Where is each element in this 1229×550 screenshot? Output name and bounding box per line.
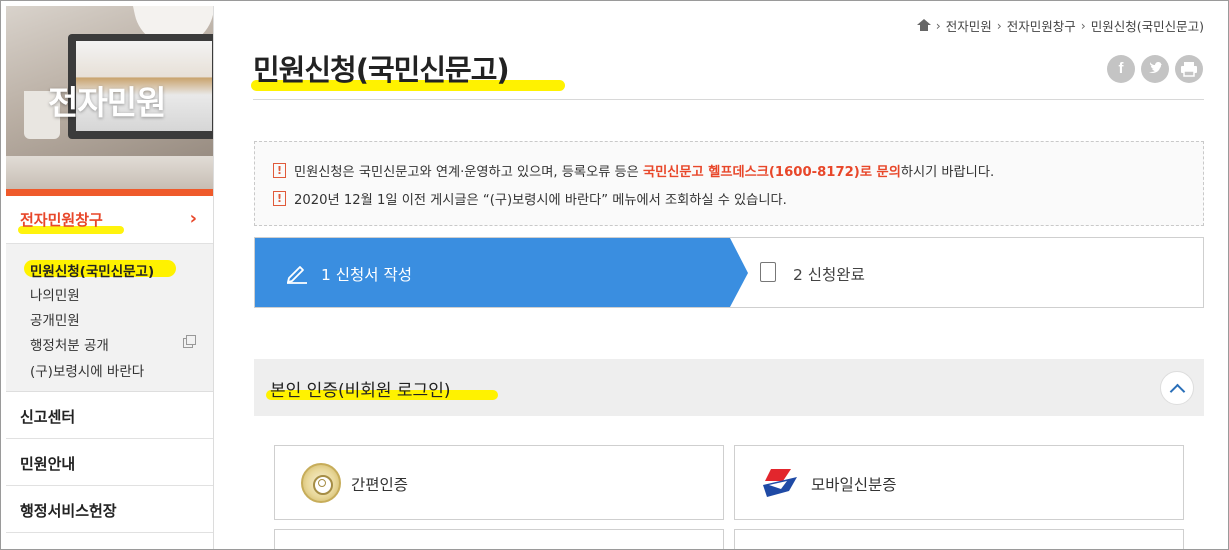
sidebar-item-service-charter[interactable]: 행정서비스헌장 [6, 486, 213, 533]
chevron-right-icon: › [935, 18, 941, 33]
page-frame: 전자민원 전자민원창구 › 민원신청(국민신문고) 나의민원 공개민원 행정처분… [0, 0, 1229, 550]
step-label: 2 신청완료 [793, 266, 865, 284]
home-icon[interactable] [916, 19, 931, 32]
sidebar-item-active[interactable]: 전자민원창구 › [6, 196, 213, 244]
auth-option-label: 간편인증 [351, 476, 409, 494]
auth-option-simple[interactable]: 간편인증 [274, 445, 724, 520]
step-label: 1 신청서 작성 [321, 266, 413, 284]
breadcrumb-item[interactable]: 민원신청(국민신문고) [1091, 16, 1204, 35]
notice-emphasis: 국민신문고 헬프데스크(1600-8172)로 문의 [642, 165, 901, 180]
print-icon[interactable] [1175, 55, 1203, 83]
breadcrumb: › 전자민원 › 전자민원창구 › 민원신청(국민신문고) [916, 16, 1204, 35]
notice-box: ! 민원신청은 국민신문고와 연계·운영하고 있으며, 등록오류 등은 국민신문… [254, 141, 1204, 226]
submenu-item-old-board[interactable]: (구)보령시에 바란다 [30, 360, 144, 380]
sidebar-item-label: 전자민원창구 [20, 211, 103, 229]
sidebar-hero-title: 전자민원 [48, 83, 166, 122]
notice-text: 하시기 바랍니다. [900, 165, 995, 180]
document-check-icon [760, 262, 776, 282]
sidebar-item-complaint-guide[interactable]: 민원안내 [6, 439, 213, 486]
simple-auth-icon [301, 463, 341, 503]
page-title: 민원신청(국민신문고) [253, 53, 510, 87]
notice-line: ! 민원신청은 국민신문고와 연계·운영하고 있으며, 등록오류 등은 국민신문… [273, 161, 994, 180]
mobile-id-icon [763, 469, 797, 497]
notice-line: ! 2020년 12월 1일 이전 게시글은 “(구)보령시에 바란다” 메뉴에… [273, 189, 787, 208]
pencil-icon [287, 266, 307, 284]
facebook-icon[interactable]: f [1107, 55, 1135, 83]
auth-option-label: 모바일신분증 [811, 476, 897, 494]
title-divider [253, 99, 1204, 100]
sidebar-item-label: 민원안내 [20, 455, 76, 473]
auth-option-partial[interactable] [734, 529, 1184, 549]
warning-icon: ! [273, 163, 286, 178]
submenu-item-complaint-apply[interactable]: 민원신청(국민신문고) [30, 260, 154, 280]
submenu-item-admin-disposition[interactable]: 행정처분 공개 [30, 334, 109, 354]
breadcrumb-item[interactable]: 전자민원 [946, 16, 992, 35]
auth-section-header[interactable]: 본인 인증(비회원 로그인) [254, 359, 1204, 416]
chevron-right-icon: › [1080, 18, 1086, 33]
sidebar-hero: 전자민원 [6, 6, 213, 189]
page-title-wrap: 민원신청(국민신문고) [251, 47, 565, 91]
sidebar: 전자민원 전자민원창구 › 민원신청(국민신문고) 나의민원 공개민원 행정처분… [6, 6, 214, 549]
chevron-right-icon: › [189, 208, 197, 229]
sidebar-submenu: 민원신청(국민신문고) 나의민원 공개민원 행정처분 공개 (구)보령시에 바란… [6, 244, 213, 392]
auth-section-title: 본인 인증(비회원 로그인) [270, 381, 451, 401]
twitter-icon[interactable] [1141, 55, 1169, 83]
auth-option-partial[interactable] [274, 529, 724, 549]
sidebar-item-label: 신고센터 [20, 408, 76, 426]
notice-text: 2020년 12월 1일 이전 게시글은 “(구)보령시에 바란다” 메뉴에서 … [294, 193, 787, 208]
chevron-up-icon[interactable] [1160, 371, 1194, 405]
step-current: 1 신청서 작성 [255, 238, 730, 307]
sidebar-item-label: 행정서비스헌장 [20, 502, 117, 520]
external-link-icon [183, 335, 196, 348]
auth-option-mobile-id[interactable]: 모바일신분증 [734, 445, 1184, 520]
sidebar-item-report-center[interactable]: 신고센터 [6, 392, 213, 439]
submenu-item-my-complaints[interactable]: 나의민원 [30, 284, 80, 304]
chevron-right-icon: › [996, 18, 1002, 33]
breadcrumb-item[interactable]: 전자민원창구 [1007, 16, 1076, 35]
step-arrow [730, 238, 748, 307]
submenu-item-public-complaints[interactable]: 공개민원 [30, 309, 80, 329]
step-indicator: 1 신청서 작성 2 신청완료 [254, 237, 1204, 308]
desk-illustration [6, 156, 213, 189]
sidebar-accent-bar [6, 189, 213, 196]
notice-text: 민원신청은 국민신문고와 연계·운영하고 있으며, 등록오류 등은 [294, 165, 643, 180]
warning-icon: ! [273, 191, 286, 206]
